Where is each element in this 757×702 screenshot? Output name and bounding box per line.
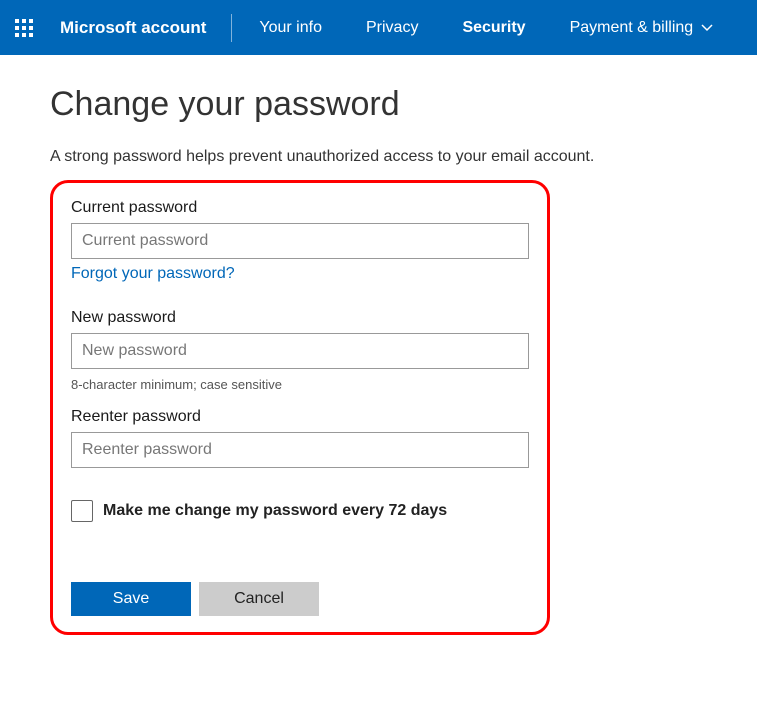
nav-payment-label: Payment & billing [570, 19, 694, 37]
current-password-input[interactable] [71, 223, 529, 259]
current-password-group: Current password Forgot your password? [71, 199, 529, 297]
nav-payment[interactable]: Payment & billing [548, 0, 736, 55]
chevron-down-icon [701, 19, 713, 37]
cancel-button[interactable]: Cancel [199, 582, 319, 616]
nav-security[interactable]: Security [440, 0, 547, 55]
checkbox-label: Make me change my password every 72 days [103, 502, 447, 520]
nav-privacy[interactable]: Privacy [344, 0, 440, 55]
nav-your-info[interactable]: Your info [237, 0, 344, 55]
new-password-hint: 8-character minimum; case sensitive [71, 377, 529, 392]
app-launcher-icon[interactable] [0, 0, 48, 55]
reenter-password-group: Reenter password [71, 408, 529, 472]
reenter-password-label: Reenter password [71, 408, 529, 426]
brand-label[interactable]: Microsoft account [48, 18, 226, 38]
button-row: Save Cancel [71, 582, 529, 616]
header: Microsoft account Your info Privacy Secu… [0, 0, 757, 55]
new-password-input[interactable] [71, 333, 529, 369]
new-password-label: New password [71, 309, 529, 327]
content: Change your password A strong password h… [0, 55, 757, 665]
checkbox-row: Make me change my password every 72 days [71, 500, 529, 522]
forgot-password-link[interactable]: Forgot your password? [71, 265, 235, 283]
new-password-group: New password 8-character minimum; case s… [71, 309, 529, 392]
save-button[interactable]: Save [71, 582, 191, 616]
password-form: Current password Forgot your password? N… [50, 180, 550, 635]
page-subtitle: A strong password helps prevent unauthor… [50, 148, 707, 166]
current-password-label: Current password [71, 199, 529, 217]
reenter-password-input[interactable] [71, 432, 529, 468]
divider [231, 14, 232, 42]
change-every-72-checkbox[interactable] [71, 500, 93, 522]
page-title: Change your password [50, 85, 707, 124]
